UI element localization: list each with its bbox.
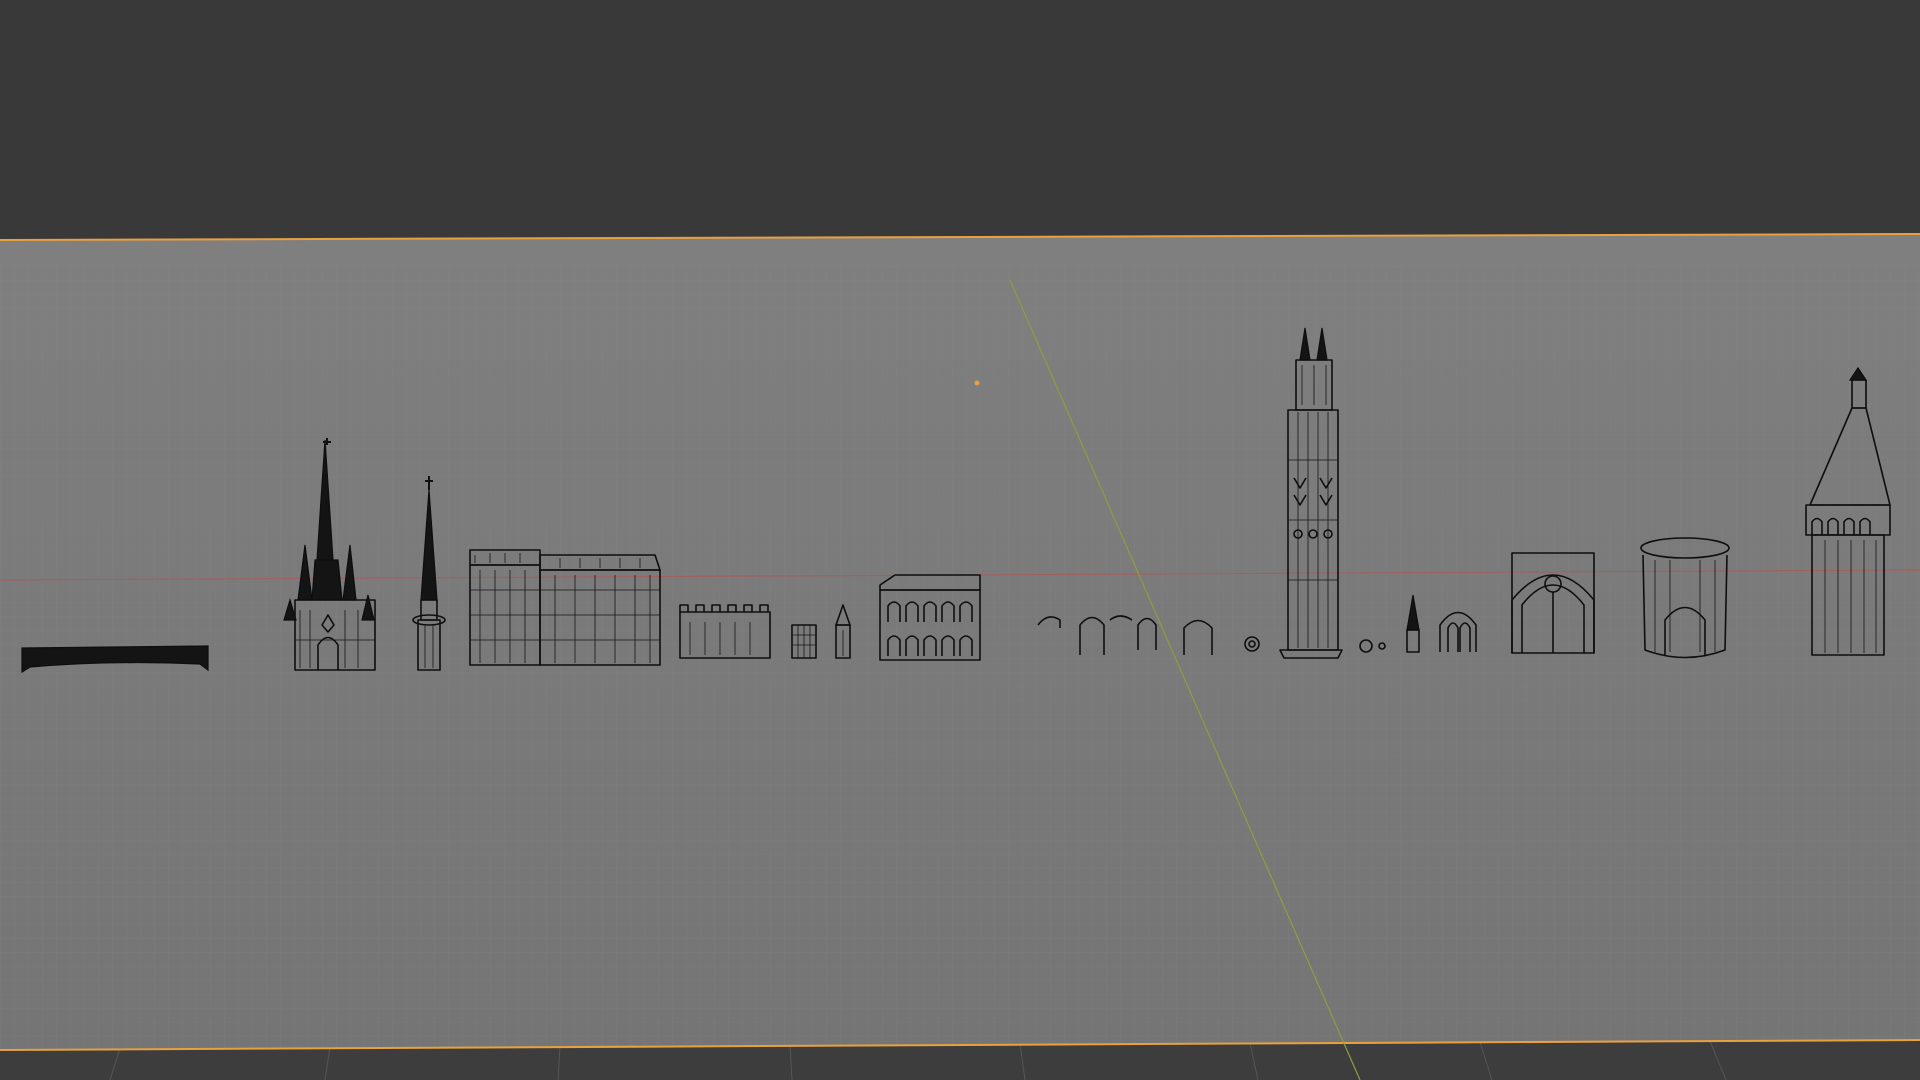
3d-viewport[interactable]: [0, 0, 1920, 1080]
viewport-background: [0, 0, 1920, 240]
origin-point-icon[interactable]: [974, 380, 980, 386]
viewport-scene[interactable]: [0, 0, 1920, 1080]
